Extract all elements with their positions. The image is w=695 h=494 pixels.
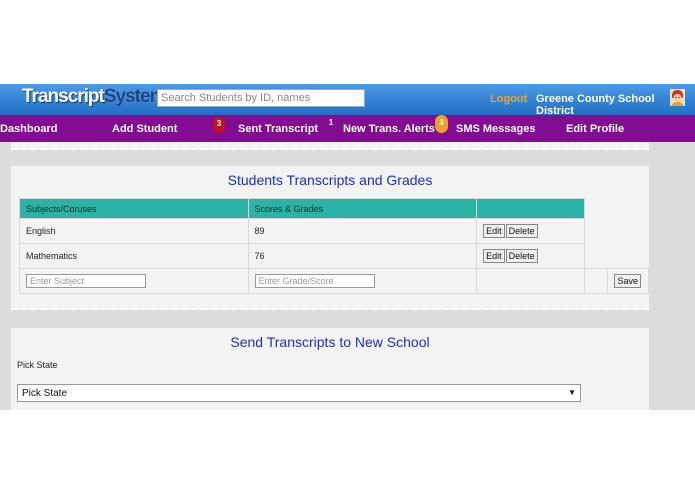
save-button[interactable]: Save [614,274,641,288]
transcripts-panel-title: Students Transcripts and Grades [227,172,433,188]
grade-input-cell [247,268,478,294]
top-header-bar: TranscriptSystem Logout Greene County Sc… [0,84,695,117]
table-header-row: Subjects/Coruses Scores & Grades [19,198,649,219]
table-row: Mathematics 76 Edit Delete [19,243,649,269]
table-row: English 89 Edit Delete [19,218,649,244]
main-nav-bar: Dashboard Add Student 3 Sent Transcript … [0,115,695,142]
sent-transcript-count-badge: 3 [213,117,225,133]
empty-cell [608,244,649,269]
top-divider-strip [11,142,649,150]
col-header-actions [476,198,585,219]
empty-cell [608,219,649,244]
col-header-blank [608,199,649,219]
actions-cell: Edit Delete [476,218,585,244]
col-header-subjects: Subjects/Coruses [19,198,249,219]
empty-cell [584,219,608,244]
col-header-blank [584,199,608,219]
send-transcripts-panel: Send Transcripts to New School Pick Stat… [11,328,649,410]
col-header-scores: Scores & Grades [247,198,478,219]
new-entry-row: Save [19,268,649,294]
app-logo[interactable]: TranscriptSystem [22,86,166,108]
content-area: Students Transcripts and Grades Subjects… [0,142,695,410]
logo-transcript-text: Transcript [22,86,105,107]
logout-link[interactable]: Logout [490,93,527,105]
user-avatar-icon[interactable] [670,89,685,106]
nav-edit-profile[interactable]: Edit Profile [566,123,624,135]
score-cell: 89 [247,218,478,244]
pick-state-label: Pick State [17,360,58,370]
dropdown-arrow-icon: ▼ [568,388,576,397]
new-alerts-count-badge: 1 [328,118,334,127]
delete-button[interactable]: Delete [505,224,538,238]
score-cell: 76 [247,243,478,269]
actions-cell: Edit Delete [476,243,585,269]
grade-score-input[interactable] [254,274,375,288]
subject-input-cell [19,268,249,294]
pick-state-select[interactable]: Pick State ▼ [17,384,581,402]
nav-sent-transcript[interactable]: Sent Transcript [238,123,318,135]
nav-sms-messages[interactable]: SMS Messages [456,123,535,135]
subject-input[interactable] [26,274,146,288]
edit-button[interactable]: Edit [483,224,505,238]
sms-count-badge: 3 [435,115,448,133]
transcripts-panel: Students Transcripts and Grades Subjects… [11,166,649,310]
student-search-input[interactable] [157,89,365,107]
nav-dashboard[interactable]: Dashboard [0,123,57,135]
edit-button[interactable]: Edit [483,249,505,263]
subject-cell: Mathematics [19,243,249,269]
empty-cell [476,268,585,294]
empty-cell [584,244,608,269]
nav-new-trans-alerts[interactable]: New Trans. Alerts [343,123,435,135]
empty-cell [583,268,609,294]
save-cell: Save [607,268,649,294]
subject-cell: English [19,218,249,244]
nav-add-student[interactable]: Add Student [112,123,177,135]
pick-state-selected-value: Pick State [22,388,68,399]
app-root: TranscriptSystem Logout Greene County Sc… [0,0,695,494]
delete-button[interactable]: Delete [505,249,538,263]
send-panel-title: Send Transcripts to New School [230,334,430,350]
transcripts-table: Subjects/Coruses Scores & Grades English… [19,198,649,294]
